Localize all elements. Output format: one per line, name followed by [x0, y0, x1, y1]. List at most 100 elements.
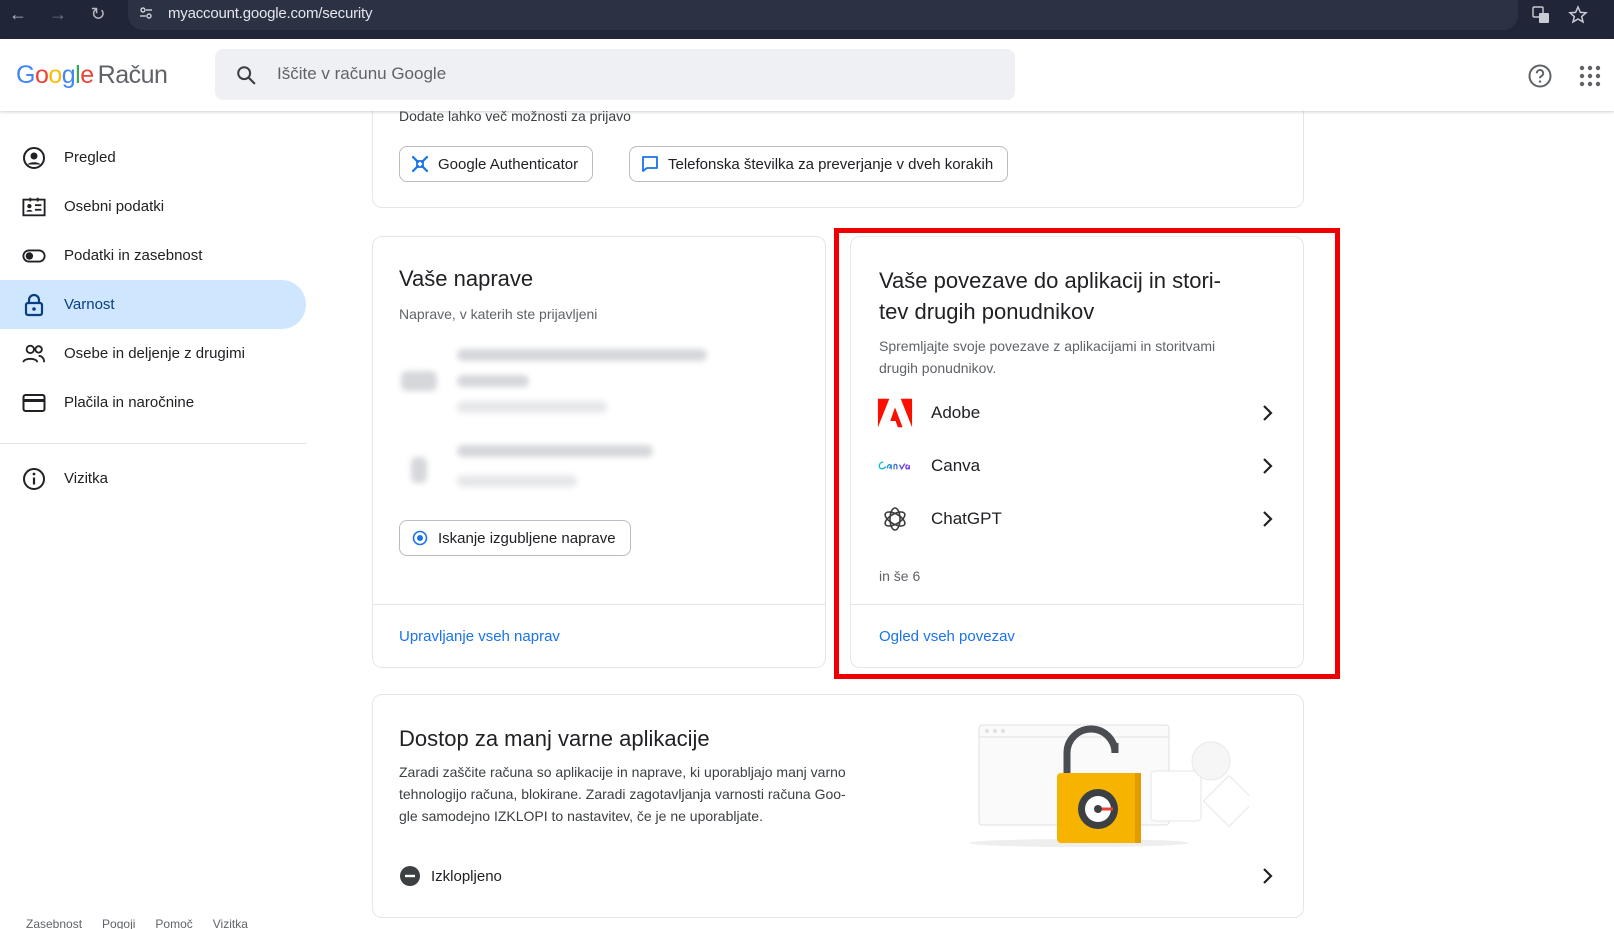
- footer-link[interactable]: Zasebnost: [26, 917, 82, 929]
- google-apps-icon[interactable]: [1579, 65, 1601, 87]
- less-secure-title: Dostop za manj varne aplikacije: [399, 726, 710, 751]
- more-connections-count: in še 6: [879, 568, 921, 584]
- sidebar-item-pregled[interactable]: Pregled: [0, 133, 306, 182]
- url-text[interactable]: myaccount.google.com/security: [168, 5, 372, 22]
- locate-icon: [412, 530, 428, 546]
- browser-toolbar: ← → ↻ myaccount.google.com/security: [0, 0, 1614, 39]
- info-icon: [22, 467, 46, 491]
- site-settings-icon[interactable]: [138, 5, 154, 21]
- connections-desc: Spremljajte svoje povezave z aplikacijam…: [879, 335, 1215, 379]
- third-party-connections-card: Vaše povezave do aplikacij in stori- tev…: [850, 236, 1304, 668]
- logo-letter: o: [48, 61, 62, 89]
- product-name: Račun: [97, 61, 168, 89]
- sidebar-item-label: Plačila in naročnine: [64, 394, 195, 411]
- off-status-icon: [400, 866, 420, 886]
- sidebar-item-label: Osebe in deljenje z drugimi: [64, 345, 245, 362]
- credit-card-icon: [22, 391, 46, 415]
- chip-label: Google Authenticator: [438, 155, 579, 173]
- blurred-device-text: [457, 445, 653, 457]
- devices-subtitle: Naprave, v katerih ste prijavljeni: [399, 306, 598, 322]
- connections-desc-line: drugih ponudnikov.: [879, 360, 997, 376]
- view-all-connections-link[interactable]: Ogled vseh povezav: [879, 628, 1015, 645]
- chip-label: Iskanje izgubljene naprave: [438, 529, 616, 547]
- bookmark-star-icon[interactable]: [1568, 5, 1588, 25]
- authenticator-icon: [411, 155, 429, 173]
- devices-title: Vaše naprave: [399, 266, 534, 291]
- less-secure-status-row[interactable]: Izklopljeno: [399, 861, 1279, 891]
- google-authenticator-button[interactable]: Google Authenticator: [399, 146, 594, 182]
- sidebar-item-label: Vizitka: [64, 470, 108, 487]
- chip-label: Telefonska številka za preverjanje v dve…: [668, 155, 994, 173]
- less-secure-desc-line: Zaradi zaščite računa so aplikacije in n…: [399, 764, 846, 780]
- card-divider: [373, 604, 825, 605]
- sidebar-item-osebni-podatki[interactable]: Osebni podatki: [0, 182, 306, 231]
- forward-icon[interactable]: →: [44, 0, 72, 28]
- sidebar-item-podatki-in-zasebnost[interactable]: Podatki in zasebnost: [0, 231, 306, 280]
- message-icon: [642, 156, 658, 172]
- footer-link[interactable]: Pomoč: [155, 917, 192, 929]
- footer-link[interactable]: Vizitka: [213, 917, 248, 929]
- sidebar-item-label: Osebni podatki: [64, 198, 165, 215]
- manage-devices-link[interactable]: Upravljanje vseh naprav: [399, 628, 560, 645]
- search-input[interactable]: [277, 57, 977, 91]
- less-secure-apps-card: Dostop za manj varne aplikacije Zaradi z…: [372, 694, 1304, 918]
- sidebar-divider: [0, 443, 306, 444]
- adobe-logo-icon: [877, 395, 913, 431]
- less-secure-status: Izklopljeno: [431, 867, 502, 885]
- toggle-icon: [22, 244, 46, 268]
- connection-row-canva[interactable]: Canva: [877, 446, 1279, 486]
- sidebar-item-label: Podatki in zasebnost: [64, 247, 203, 264]
- id-card-icon: [22, 195, 46, 219]
- two-step-phone-button[interactable]: Telefonska številka za preverjanje v dve…: [629, 146, 1009, 182]
- blurred-device-icon: [401, 371, 437, 391]
- search-box[interactable]: [215, 49, 1015, 100]
- blurred-device-text: [457, 401, 607, 413]
- help-icon[interactable]: [1527, 63, 1553, 89]
- connection-name: ChatGPT: [931, 509, 1002, 528]
- devices-card: Vaše naprave Naprave, v katerih ste prij…: [372, 236, 826, 668]
- blurred-device-text: [457, 349, 707, 361]
- footer-link[interactable]: Pogoji: [102, 917, 135, 929]
- open-padlock-illustration: [969, 724, 1249, 847]
- find-lost-device-button[interactable]: Iskanje izgubljene naprave: [399, 520, 631, 556]
- sidebar-item-placila[interactable]: Plačila in naročnine: [0, 378, 306, 427]
- connections-title-line: Vaše povezave do aplikacij in stori-: [879, 268, 1221, 293]
- canva-logo-icon: [877, 448, 913, 484]
- logo-letter: o: [34, 61, 49, 89]
- chatgpt-logo-icon: [877, 501, 913, 537]
- sidebar-item-vizitka[interactable]: Vizitka: [0, 454, 306, 503]
- connections-title-line: tev drugih ponudnikov: [879, 299, 1095, 324]
- less-secure-desc-line: tehnologijo računa, blokirane. Zaradi za…: [399, 786, 846, 802]
- footer-links: Zasebnost Pogoji Pomoč Vizitka: [26, 917, 248, 929]
- search-icon[interactable]: [235, 64, 257, 86]
- connection-row-adobe[interactable]: Adobe: [877, 393, 1279, 433]
- connections-desc-line: Spremljajte svoje povezave z aplikacijam…: [879, 338, 1216, 354]
- translate-icon[interactable]: [1531, 5, 1551, 25]
- logo-letter: G: [16, 61, 35, 89]
- account-circle-icon: [22, 146, 46, 170]
- chevron-right-icon: [1263, 511, 1273, 527]
- sidebar-nav: Pregled Osebni podatki Podatki in zasebn…: [0, 133, 306, 503]
- logo-letter: g: [61, 61, 76, 89]
- google-account-logo[interactable]: Google Račun: [16, 61, 168, 90]
- app-header: Google Račun: [0, 39, 1614, 111]
- sidebar-item-label: Pregled: [64, 149, 116, 166]
- blurred-device-text: [457, 475, 577, 487]
- connection-name: Canva: [931, 456, 981, 475]
- connection-row-chatgpt[interactable]: ChatGPT: [877, 499, 1279, 539]
- less-secure-desc: Zaradi zaščite računa so aplikacije in n…: [399, 761, 846, 827]
- logo-letter: e: [80, 61, 94, 89]
- reload-icon[interactable]: ↻: [84, 0, 112, 28]
- connections-title: Vaše povezave do aplikacij in stori- tev…: [879, 265, 1221, 327]
- chevron-right-icon: [1263, 458, 1273, 474]
- lock-icon: [22, 293, 46, 317]
- less-secure-desc-line: gle samodejno IZKLOPI to nastavitev, če …: [399, 808, 763, 824]
- chevron-right-icon: [1263, 868, 1273, 884]
- chevron-right-icon: [1263, 405, 1273, 421]
- back-icon[interactable]: ←: [4, 0, 32, 28]
- sidebar-item-osebe[interactable]: Osebe in deljenje z drugimi: [0, 329, 306, 378]
- sidebar-item-varnost[interactable]: Varnost: [0, 280, 306, 329]
- signin-options-card: Dodate lahko več možnosti za prijavo Goo…: [372, 100, 1304, 208]
- connection-name: Adobe: [931, 403, 981, 422]
- card-divider: [851, 604, 1303, 605]
